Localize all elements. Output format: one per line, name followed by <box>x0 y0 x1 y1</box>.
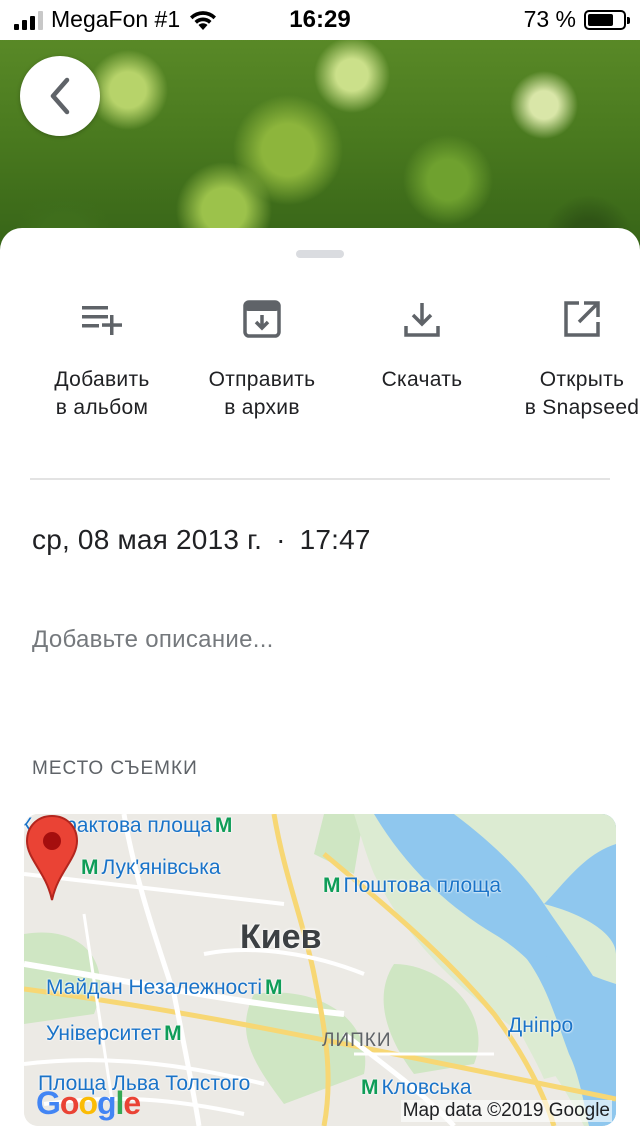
location-map[interactable]: Контрактова площа M M Лук'янівська M Поштов… <box>24 814 616 1126</box>
archive-icon <box>243 300 281 338</box>
map-station-label: Майдан Незалежності M <box>46 976 283 999</box>
action-label-line1: Добавить <box>54 368 150 391</box>
chevron-left-icon <box>50 77 70 115</box>
map-station-label: M Поштова площа <box>323 874 502 897</box>
action-label-line2: в Snapseed <box>524 396 640 419</box>
open-in-snapseed-button[interactable]: Открыть в Snapseed <box>502 294 640 422</box>
google-logo: Google <box>36 1085 141 1121</box>
map-copyright: Map data ©2019 Google <box>400 1100 612 1122</box>
divider <box>30 478 610 480</box>
info-sheet: Добавить в альбом Отправить в архив Скач… <box>0 228 640 1136</box>
action-label-line1: Отправить <box>208 368 316 391</box>
map-station-label: Дніпро <box>508 1014 574 1037</box>
map-station-label: M Кловська <box>361 1076 472 1099</box>
battery-percent: 73 % <box>523 6 576 32</box>
playlist-add-icon <box>82 306 122 335</box>
status-bar: MegaFon #1 16:29 73 % <box>0 0 640 40</box>
open-external-icon <box>564 301 600 337</box>
map-station-label: M Лук'янівська <box>81 856 221 879</box>
location-section-label: МЕСТО СЪЕМКИ <box>32 758 198 779</box>
drag-handle[interactable] <box>296 250 344 258</box>
description-input[interactable]: Добавьте описание... <box>32 626 274 654</box>
separator-dot: · <box>276 524 286 555</box>
download-button[interactable]: Скачать <box>342 294 502 394</box>
action-label-line1: Скачать <box>381 368 463 391</box>
photo-time: 17:47 <box>299 524 371 555</box>
archive-button[interactable]: Отправить в архив <box>182 294 342 422</box>
add-to-album-button[interactable]: Добавить в альбом <box>22 294 182 422</box>
battery-icon <box>584 9 630 30</box>
download-icon <box>404 303 440 337</box>
back-button[interactable] <box>20 56 100 136</box>
action-label-line2: в архив <box>224 396 300 419</box>
date-time-row[interactable]: ср, 08 мая 2013 г. · 17:47 <box>32 524 371 556</box>
battery-fill <box>588 13 613 26</box>
action-label-line1: Открыть <box>539 368 625 391</box>
photo-date: ср, 08 мая 2013 г. <box>32 524 263 555</box>
action-label-line2: в альбом <box>55 396 149 419</box>
location-pin-icon <box>25 814 79 901</box>
action-row: Добавить в альбом Отправить в архив Скач… <box>0 294 640 434</box>
map-city-label: Киев <box>240 918 322 956</box>
map-station-label: Університет M <box>46 1022 182 1045</box>
map-district-label: ЛИПКИ <box>322 1030 392 1051</box>
